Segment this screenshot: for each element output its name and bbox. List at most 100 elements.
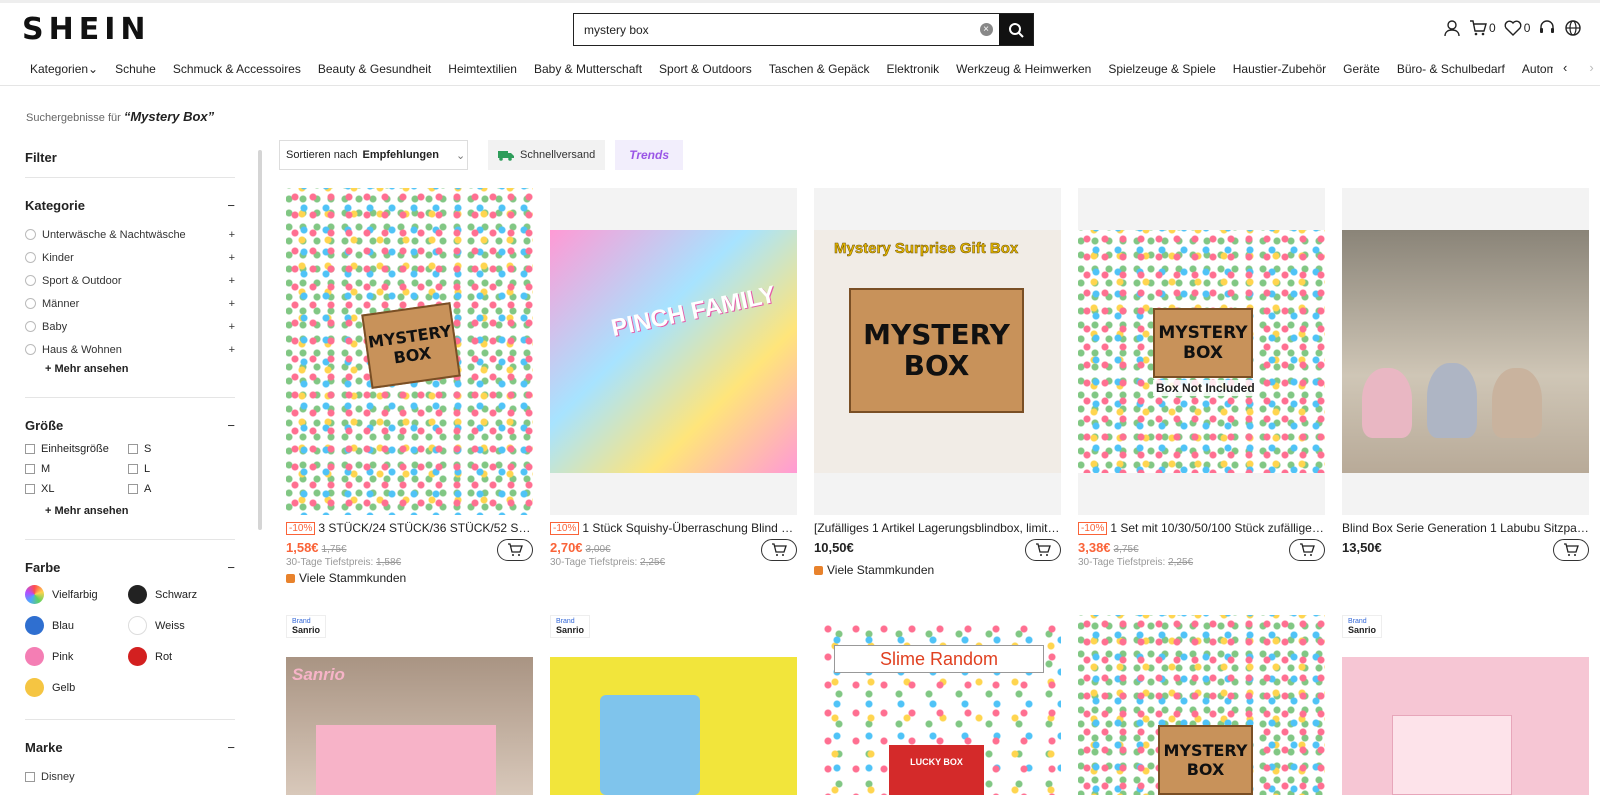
color-option-label: Schwarz (155, 588, 198, 601)
add-to-cart-button[interactable] (1289, 539, 1325, 561)
category-option[interactable]: Baby + (25, 315, 235, 338)
brand-filter-header[interactable]: Marke − (25, 740, 235, 755)
product-card[interactable]: PINCH FAMILY -10% 1 Stück Squishy-Überras… (550, 188, 797, 569)
product-title[interactable]: 1 Stück Squishy-Überraschung Blind Bag P… (582, 521, 797, 535)
category-filter-header[interactable]: Kategorie − (25, 198, 235, 213)
size-option[interactable]: S (128, 443, 228, 455)
sidebar-scrollbar[interactable] (258, 150, 262, 530)
nav-next-arrow-icon[interactable]: › (1589, 60, 1593, 75)
color-filter-header[interactable]: Farbe − (25, 560, 235, 575)
product-title[interactable]: 3 STÜCK/24 STÜCK/36 STÜCK/52 STÜCK Fidge… (318, 521, 533, 535)
size-more-link[interactable]: + Mehr ansehen (25, 505, 235, 517)
shein-logo[interactable]: SHEIN (22, 12, 150, 47)
product-image[interactable]: Sanrio Brand Sanrio (286, 615, 533, 795)
size-option[interactable]: L (128, 463, 228, 475)
brand-tag[interactable]: Brand Sanrio (550, 615, 591, 638)
nav-item[interactable]: Werkzeug & Heimwerken (956, 62, 1091, 76)
add-to-cart-button[interactable] (497, 539, 533, 561)
wishlist-button[interactable]: 0 (1504, 19, 1530, 37)
category-option[interactable]: Sport & Outdoor + (25, 269, 235, 292)
multicolor-swatch (25, 585, 44, 604)
nav-item[interactable]: Sport & Outdoors (659, 62, 752, 76)
expand-icon[interactable]: + (229, 229, 235, 241)
nav-item[interactable]: Beauty & Gesundheit (318, 62, 431, 76)
nav-item[interactable]: Geräte (1343, 62, 1380, 76)
size-option[interactable]: M (25, 463, 128, 475)
brand-option[interactable]: Disney (25, 765, 235, 788)
account-button[interactable] (1443, 19, 1461, 37)
add-to-cart-button[interactable] (1025, 539, 1061, 561)
product-title[interactable]: 1 Set mit 10/30/50/100 Stück zufälligen … (1110, 521, 1325, 535)
trends-filter[interactable]: Trends (615, 140, 684, 170)
product-card[interactable]: MYSTERY BOX (1078, 615, 1325, 795)
nav-item[interactable]: Elektronik (886, 62, 939, 76)
size-option[interactable]: Einheitsgröße (25, 443, 128, 455)
product-image[interactable]: MYSTERY BOX (286, 188, 533, 515)
color-option[interactable]: Pink (25, 647, 128, 666)
add-to-cart-button[interactable] (1553, 539, 1589, 561)
product-price: 10,50€ (814, 540, 854, 555)
product-image[interactable]: PINCH FAMILY (550, 188, 797, 515)
product-image[interactable]: MYSTERY BOX Box Not Included (1078, 188, 1325, 515)
color-option[interactable]: Schwarz (128, 585, 228, 604)
color-option[interactable]: Rot (128, 647, 228, 666)
support-button[interactable] (1538, 19, 1556, 37)
expand-icon[interactable]: + (229, 344, 235, 356)
header-icons: 0 0 (1443, 19, 1582, 37)
nav-item[interactable]: Baby & Mutterschaft (534, 62, 642, 76)
product-title[interactable]: Blind Box Serie Generation 1 Labubu Sitz… (1342, 521, 1589, 535)
product-card[interactable]: Brand Sanrio (550, 615, 797, 795)
color-option[interactable]: Weiss (128, 616, 228, 635)
nav-item[interactable]: Spielzeuge & Spiele (1108, 62, 1215, 76)
product-image[interactable] (1342, 188, 1589, 515)
nav-prev-arrow-icon[interactable]: ‹ (1563, 60, 1567, 75)
brand-tag[interactable]: Brand Sanrio (286, 615, 327, 638)
expand-icon[interactable]: + (229, 298, 235, 310)
product-card[interactable]: Brand Sanrio (1342, 615, 1589, 795)
nav-item[interactable]: Schmuck & Accessoires (173, 62, 301, 76)
color-option[interactable]: Blau (25, 616, 128, 635)
expand-icon[interactable]: + (229, 252, 235, 264)
product-card[interactable]: Blind Box Serie Generation 1 Labubu Sitz… (1342, 188, 1589, 561)
size-option[interactable]: A (128, 483, 228, 495)
product-card[interactable]: Mystery Surprise Gift Box MYSTERY BOX [Z… (814, 188, 1061, 577)
size-option[interactable]: XL (25, 483, 128, 495)
sort-dropdown[interactable]: Sortieren nach Empfehlungen ⌄ (279, 140, 468, 170)
nav-item[interactable]: Büro- & Schulbedarf (1397, 62, 1505, 76)
product-image[interactable]: Mystery Surprise Gift Box MYSTERY BOX (814, 188, 1061, 515)
size-filter-header[interactable]: Größe − (25, 418, 235, 433)
product-title[interactable]: [Zufälliges 1 Artikel Lagerungsblindbox,… (814, 521, 1061, 535)
category-option[interactable]: Haus & Wohnen + (25, 338, 235, 361)
nav-categories-dropdown[interactable]: Kategorien⌄ (30, 62, 98, 76)
expand-icon[interactable]: + (229, 275, 235, 287)
nav-item[interactable]: Automobil (1522, 62, 1555, 76)
brand-tag[interactable]: Brand Sanrio (1342, 615, 1383, 638)
nav-item[interactable]: Schuhe (115, 62, 156, 76)
fast-shipping-filter[interactable]: Schnellversand (488, 140, 606, 170)
category-option[interactable]: Männer + (25, 292, 235, 315)
product-image[interactable]: Brand Sanrio (1342, 615, 1589, 795)
nav-item[interactable]: Haustier-Zubehör (1233, 62, 1326, 76)
product-card[interactable]: MYSTERY BOX Box Not Included -10% 1 Set m… (1078, 188, 1325, 569)
nav-item[interactable]: Heimtextilien (448, 62, 517, 76)
language-button[interactable] (1564, 19, 1582, 37)
color-option[interactable]: Vielfarbig (25, 585, 128, 604)
product-image[interactable]: Brand Sanrio (550, 615, 797, 795)
category-option[interactable]: Unterwäsche & Nachtwäsche + (25, 223, 235, 246)
clear-search-button[interactable]: × (973, 14, 999, 45)
category-option[interactable]: Kinder + (25, 246, 235, 269)
search-button[interactable] (999, 14, 1033, 45)
add-to-cart-button[interactable] (761, 539, 797, 561)
product-image[interactable]: MYSTERY BOX (1078, 615, 1325, 795)
search-input[interactable] (574, 14, 973, 45)
expand-icon[interactable]: + (229, 321, 235, 333)
product-image[interactable]: Slime Random LUCKY BOX (814, 615, 1061, 795)
cart-button[interactable]: 0 (1469, 19, 1496, 37)
category-more-link[interactable]: + Mehr ansehen (25, 363, 235, 375)
loyal-label: Viele Stammkunden (827, 563, 935, 577)
nav-item[interactable]: Taschen & Gepäck (769, 62, 870, 76)
product-card[interactable]: MYSTERY BOX -10% 3 STÜCK/24 STÜCK/36 STÜC… (286, 188, 533, 585)
product-card[interactable]: Slime Random LUCKY BOX (814, 615, 1061, 795)
color-option[interactable]: Gelb (25, 678, 128, 697)
product-card[interactable]: Sanrio Brand Sanrio (286, 615, 533, 795)
